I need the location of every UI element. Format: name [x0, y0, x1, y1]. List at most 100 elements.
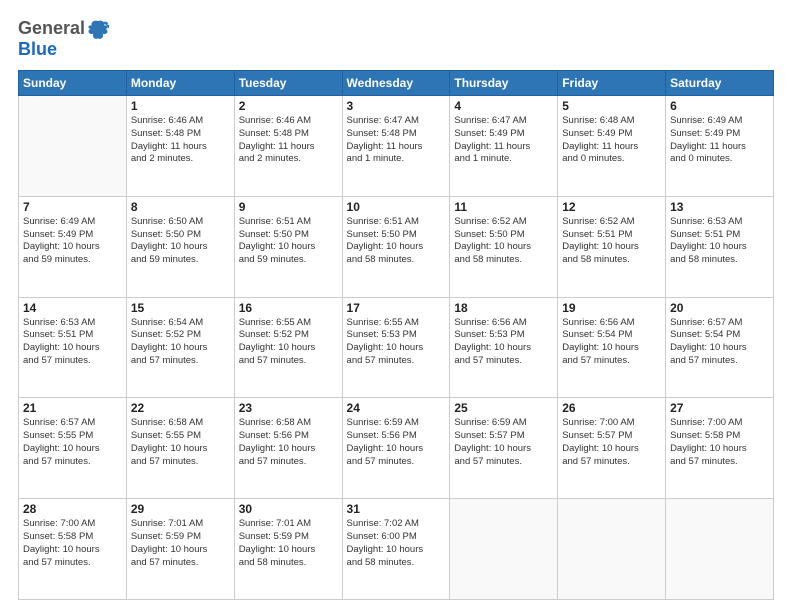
calendar-day-cell: 12 Sunrise: 6:52 AM Sunset: 5:51 PM Dayli…: [558, 196, 666, 297]
calendar-week-row: 1 Sunrise: 6:46 AM Sunset: 5:48 PM Daylig…: [19, 96, 774, 197]
calendar-week-row: 28Sunrise: 7:00 AM Sunset: 5:58 PM Dayli…: [19, 499, 774, 600]
calendar-day-cell: 5Sunrise: 6:48 AM Sunset: 5:49 PM Daylig…: [558, 96, 666, 197]
calendar-day-cell: 3Sunrise: 6:47 AM Sunset: 5:48 PM Daylig…: [342, 96, 450, 197]
day-info: Sunrise: 6:57 AM Sunset: 5:55 PM Dayligh…: [23, 417, 122, 468]
weekday-header-thursday: Thursday: [450, 71, 558, 96]
day-number: 12: [562, 200, 661, 214]
calendar-day-cell: 7 Sunrise: 6:49 AM Sunset: 5:49 PM Daylig…: [19, 196, 127, 297]
calendar-day-cell: 24Sunrise: 6:59 AM Sunset: 5:56 PM Dayli…: [342, 398, 450, 499]
calendar-week-row: 21Sunrise: 6:57 AM Sunset: 5:55 PM Dayli…: [19, 398, 774, 499]
day-number: 7: [23, 200, 122, 214]
day-number: 14: [23, 301, 122, 315]
day-number: 9: [239, 200, 338, 214]
calendar-day-cell: 13Sunrise: 6:53 AM Sunset: 5:51 PM Dayli…: [666, 196, 774, 297]
calendar-day-cell: 18 Sunrise: 6:56 AM Sunset: 5:53 PM Dayli…: [450, 297, 558, 398]
day-info: Sunrise: 6:47 AM Sunset: 5:48 PM Dayligh…: [347, 115, 446, 166]
day-number: 25: [454, 401, 553, 415]
day-info: Sunrise: 6:58 AM Sunset: 5:56 PM Dayligh…: [239, 417, 338, 468]
day-number: 11: [454, 200, 553, 214]
calendar-day-cell: 4 Sunrise: 6:47 AM Sunset: 5:49 PM Daylig…: [450, 96, 558, 197]
calendar-day-cell: 19 Sunrise: 6:56 AM Sunset: 5:54 PM Dayli…: [558, 297, 666, 398]
day-number: 4: [454, 99, 553, 113]
day-info: Sunrise: 6:55 AM Sunset: 5:53 PM Dayligh…: [347, 317, 446, 368]
calendar-day-cell: 21Sunrise: 6:57 AM Sunset: 5:55 PM Dayli…: [19, 398, 127, 499]
day-number: 24: [347, 401, 446, 415]
calendar-body: 1 Sunrise: 6:46 AM Sunset: 5:48 PM Daylig…: [19, 96, 774, 600]
calendar-day-cell: 15 Sunrise: 6:54 AM Sunset: 5:52 PM Dayli…: [126, 297, 234, 398]
day-info: Sunrise: 6:57 AM Sunset: 5:54 PM Dayligh…: [670, 317, 769, 368]
day-info: Sunrise: 6:59 AM Sunset: 5:57 PM Dayligh…: [454, 417, 553, 468]
day-info: Sunrise: 6:46 AM Sunset: 5:48 PM Dayligh…: [131, 115, 230, 166]
logo-bird-icon: [87, 18, 109, 40]
day-info: Sunrise: 6:56 AM Sunset: 5:54 PM Dayligh…: [562, 317, 661, 368]
day-info: Sunrise: 6:50 AM Sunset: 5:50 PM Dayligh…: [131, 216, 230, 267]
logo-general: General: [18, 19, 85, 39]
calendar-day-cell: 2Sunrise: 6:46 AM Sunset: 5:48 PM Daylig…: [234, 96, 342, 197]
calendar-day-cell: 25 Sunrise: 6:59 AM Sunset: 5:57 PM Dayli…: [450, 398, 558, 499]
day-info: Sunrise: 6:49 AM Sunset: 5:49 PM Dayligh…: [670, 115, 769, 166]
day-info: Sunrise: 6:51 AM Sunset: 5:50 PM Dayligh…: [239, 216, 338, 267]
day-info: Sunrise: 7:00 AM Sunset: 5:58 PM Dayligh…: [670, 417, 769, 468]
day-info: Sunrise: 6:48 AM Sunset: 5:49 PM Dayligh…: [562, 115, 661, 166]
day-info: Sunrise: 6:46 AM Sunset: 5:48 PM Dayligh…: [239, 115, 338, 166]
day-number: 20: [670, 301, 769, 315]
logo: General Blue: [18, 18, 109, 60]
day-number: 6: [670, 99, 769, 113]
day-info: Sunrise: 7:01 AM Sunset: 5:59 PM Dayligh…: [239, 518, 338, 569]
calendar-day-cell: 27 Sunrise: 7:00 AM Sunset: 5:58 PM Dayli…: [666, 398, 774, 499]
day-number: 18: [454, 301, 553, 315]
day-info: Sunrise: 6:49 AM Sunset: 5:49 PM Dayligh…: [23, 216, 122, 267]
logo-blue: Blue: [18, 39, 57, 59]
calendar-day-cell: 9 Sunrise: 6:51 AM Sunset: 5:50 PM Daylig…: [234, 196, 342, 297]
day-info: Sunrise: 6:47 AM Sunset: 5:49 PM Dayligh…: [454, 115, 553, 166]
calendar-day-cell: 20 Sunrise: 6:57 AM Sunset: 5:54 PM Dayli…: [666, 297, 774, 398]
day-info: Sunrise: 6:52 AM Sunset: 5:51 PM Dayligh…: [562, 216, 661, 267]
day-number: 8: [131, 200, 230, 214]
header: General Blue: [18, 18, 774, 60]
day-info: Sunrise: 6:53 AM Sunset: 5:51 PM Dayligh…: [23, 317, 122, 368]
day-info: Sunrise: 6:52 AM Sunset: 5:50 PM Dayligh…: [454, 216, 553, 267]
page: General Blue SundayMondayTuesdayWednesda…: [0, 0, 792, 612]
day-number: 16: [239, 301, 338, 315]
weekday-header-monday: Monday: [126, 71, 234, 96]
calendar-day-cell: [19, 96, 127, 197]
day-info: Sunrise: 6:58 AM Sunset: 5:55 PM Dayligh…: [131, 417, 230, 468]
weekday-header-wednesday: Wednesday: [342, 71, 450, 96]
day-info: Sunrise: 7:00 AM Sunset: 5:58 PM Dayligh…: [23, 518, 122, 569]
day-number: 15: [131, 301, 230, 315]
day-number: 19: [562, 301, 661, 315]
day-number: 10: [347, 200, 446, 214]
day-info: Sunrise: 6:54 AM Sunset: 5:52 PM Dayligh…: [131, 317, 230, 368]
calendar-day-cell: 17 Sunrise: 6:55 AM Sunset: 5:53 PM Dayli…: [342, 297, 450, 398]
calendar-day-cell: 8 Sunrise: 6:50 AM Sunset: 5:50 PM Daylig…: [126, 196, 234, 297]
day-info: Sunrise: 7:01 AM Sunset: 5:59 PM Dayligh…: [131, 518, 230, 569]
weekday-header-friday: Friday: [558, 71, 666, 96]
calendar-day-cell: 10 Sunrise: 6:51 AM Sunset: 5:50 PM Dayli…: [342, 196, 450, 297]
calendar-day-cell: [666, 499, 774, 600]
calendar-day-cell: 14 Sunrise: 6:53 AM Sunset: 5:51 PM Dayli…: [19, 297, 127, 398]
calendar-week-row: 7 Sunrise: 6:49 AM Sunset: 5:49 PM Daylig…: [19, 196, 774, 297]
day-info: Sunrise: 6:56 AM Sunset: 5:53 PM Dayligh…: [454, 317, 553, 368]
day-number: 17: [347, 301, 446, 315]
day-number: 1: [131, 99, 230, 113]
calendar-day-cell: [450, 499, 558, 600]
calendar-day-cell: 16 Sunrise: 6:55 AM Sunset: 5:52 PM Dayli…: [234, 297, 342, 398]
day-number: 13: [670, 200, 769, 214]
calendar-header-row: SundayMondayTuesdayWednesdayThursdayFrid…: [19, 71, 774, 96]
calendar-day-cell: 6 Sunrise: 6:49 AM Sunset: 5:49 PM Daylig…: [666, 96, 774, 197]
calendar-day-cell: [558, 499, 666, 600]
calendar-day-cell: 1 Sunrise: 6:46 AM Sunset: 5:48 PM Daylig…: [126, 96, 234, 197]
calendar-day-cell: 22Sunrise: 6:58 AM Sunset: 5:55 PM Dayli…: [126, 398, 234, 499]
calendar-day-cell: 30 Sunrise: 7:01 AM Sunset: 5:59 PM Dayli…: [234, 499, 342, 600]
day-number: 27: [670, 401, 769, 415]
weekday-header-saturday: Saturday: [666, 71, 774, 96]
day-number: 29: [131, 502, 230, 516]
calendar-day-cell: 23Sunrise: 6:58 AM Sunset: 5:56 PM Dayli…: [234, 398, 342, 499]
calendar-day-cell: 26Sunrise: 7:00 AM Sunset: 5:57 PM Dayli…: [558, 398, 666, 499]
calendar-day-cell: 31Sunrise: 7:02 AM Sunset: 6:00 PM Dayli…: [342, 499, 450, 600]
day-info: Sunrise: 6:55 AM Sunset: 5:52 PM Dayligh…: [239, 317, 338, 368]
calendar-week-row: 14 Sunrise: 6:53 AM Sunset: 5:51 PM Dayli…: [19, 297, 774, 398]
day-number: 30: [239, 502, 338, 516]
day-info: Sunrise: 6:51 AM Sunset: 5:50 PM Dayligh…: [347, 216, 446, 267]
calendar-table: SundayMondayTuesdayWednesdayThursdayFrid…: [18, 70, 774, 600]
